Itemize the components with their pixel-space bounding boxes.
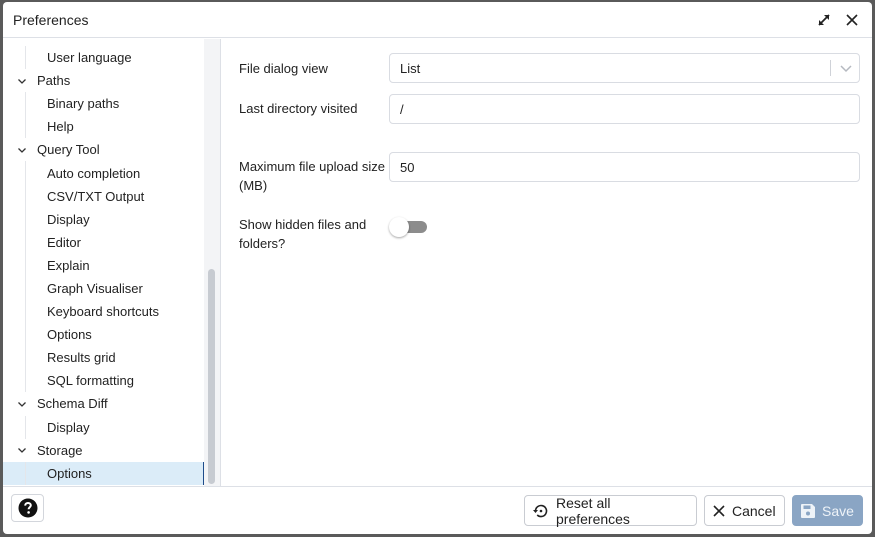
tree-item-label: Auto completion [47,165,141,181]
dialog-title: Preferences [13,11,89,28]
tree-item-binary-paths[interactable]: Binary paths [3,92,204,116]
tree-item-user-language[interactable]: User language [3,46,204,70]
tree-item-label: Keyboard shortcuts [47,304,160,320]
tree-item-label: Help [47,119,74,135]
tree-item-paths[interactable]: Paths [3,69,204,92]
maximize-button[interactable] [810,6,838,34]
tree-item-label: Options [47,465,92,481]
tree-item-label: Storage [37,442,83,458]
question-circle-icon [18,498,37,518]
file-dialog-view-value: List [400,60,421,76]
tree-item-label: User language [47,50,132,66]
tree-scrollbar-thumb[interactable] [208,269,215,484]
tree-item-label: Results grid [47,350,116,366]
reset-label: Reset all preferences [556,494,630,527]
tree-item-options[interactable]: Options [3,461,206,485]
dialog-titlebar: Preferences [3,2,872,38]
chevron-down-icon[interactable] [17,76,29,86]
last-directory-label: Last directory visited [239,101,358,116]
cancel-button[interactable]: Cancel [704,495,785,526]
help-button[interactable] [11,494,44,522]
tree-item-editor[interactable]: Editor [3,230,204,254]
tree-item-label: CSV/TXT Output [47,188,145,204]
show-hidden-label: Show hidden files and folders? [239,217,367,251]
reset-all-preferences-button[interactable]: Reset all preferences [524,494,697,527]
tree-scrollbar[interactable] [204,39,220,486]
expand-arrows-icon [818,13,830,26]
close-icon [846,13,858,26]
tree-item-results-grid[interactable]: Results grid [3,346,204,370]
tree-item-graph-visualiser[interactable]: Graph Visualiser [3,276,204,301]
dialog-footer: Reset all preferences Cancel Save [3,486,872,534]
save-label: Save [822,502,854,519]
max-upload-input[interactable]: 50 [389,152,860,182]
tree-item-keyboard-shortcuts[interactable]: Keyboard shortcuts [3,300,204,324]
max-upload-label: Maximum file upload size (MB) [239,159,385,193]
max-upload-row: Maximum file upload size (MB) 50 [239,152,860,195]
file-dialog-view-row: File dialog view List [239,53,860,83]
tree-item-explain[interactable]: Explain [3,253,204,278]
tree-item-sql-formatting[interactable]: SQL formatting [3,369,204,393]
tree-item-label: Display [47,419,90,435]
floppy-disk-icon [800,503,816,519]
tree-item-label: Paths [37,73,71,89]
tree-item-schema-diff[interactable]: Schema Diff [3,392,204,415]
preferences-tree: User language Paths Binary paths Help Query … [3,39,221,486]
file-dialog-view-select[interactable]: List [389,53,860,83]
tree-item-display[interactable]: Display [3,415,204,439]
preferences-content: File dialog view List Last directory vis… [221,39,872,486]
tree-item-label: Options [47,327,92,343]
file-dialog-view-label: File dialog view [239,61,328,76]
tree-item-display[interactable]: Display [3,207,204,231]
tree-item-label: Explain [47,257,90,273]
close-icon [712,504,726,518]
chevron-down-icon[interactable] [17,399,29,409]
chevron-down-icon [840,65,852,73]
toggle-knob [389,217,409,237]
tree-item-storage[interactable]: Storage [3,439,204,462]
tree-item-query-tool[interactable]: Query Tool [3,138,204,161]
tree-item-options[interactable]: Options [3,323,204,347]
tree-item-label: SQL formatting [47,373,134,389]
tree-item-help[interactable]: Help [3,115,204,139]
last-directory-row: Last directory visited / [239,94,860,124]
close-button[interactable] [838,6,866,34]
tree-item-label: Graph Visualiser [47,280,143,296]
history-reset-icon [532,502,550,520]
tree-item-label: Schema Diff [37,396,108,412]
tree-list: User language Paths Binary paths Help Query … [3,46,206,485]
select-separator [830,60,831,76]
tree-item-label: Display [47,211,90,227]
tree-item-label: Binary paths [47,96,120,112]
chevron-down-icon[interactable] [17,445,29,455]
preferences-dialog: Preferences User language Paths Binary pat… [3,2,872,534]
tree-item-label: Query Tool [37,142,100,158]
save-button[interactable]: Save [792,495,863,526]
show-hidden-toggle[interactable] [389,217,427,237]
tree-item-auto-completion[interactable]: Auto completion [3,161,204,185]
chevron-down-icon[interactable] [17,145,29,155]
tree-item-label: Editor [47,234,81,250]
last-directory-input[interactable]: / [389,94,860,124]
show-hidden-row: Show hidden files and folders? [239,215,860,253]
tree-item-csv-txt-output[interactable]: CSV/TXT Output [3,184,204,208]
cancel-label: Cancel [732,502,776,519]
